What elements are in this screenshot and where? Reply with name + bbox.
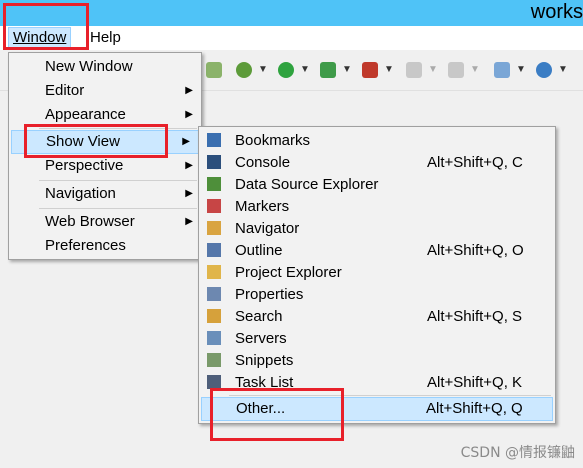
- chevron-down-icon[interactable]: ▼: [558, 64, 568, 75]
- view-item-project-explorer[interactable]: Project Explorer: [199, 262, 555, 284]
- console-icon: [207, 155, 221, 169]
- watermark: CSDN @情报镰鼬: [460, 445, 575, 461]
- chevron-down-icon[interactable]: ▼: [300, 64, 310, 75]
- settings-icon[interactable]: [536, 62, 552, 78]
- chevron-right-icon: ▶: [185, 188, 193, 199]
- chevron-down-icon[interactable]: ▼: [258, 64, 268, 75]
- view-item-servers[interactable]: Servers: [199, 328, 555, 350]
- menu-item-navigation[interactable]: Navigation ▶: [9, 183, 201, 205]
- search-icon: [207, 309, 221, 323]
- highlight-window-menu: [3, 3, 89, 50]
- view-item-snippets[interactable]: Snippets: [199, 350, 555, 372]
- chevron-down-icon[interactable]: ▼: [470, 64, 480, 75]
- view-item-markers[interactable]: Markers: [199, 196, 555, 218]
- view-item-bookmarks[interactable]: Bookmarks: [199, 130, 555, 152]
- chevron-right-icon: ▶: [185, 109, 193, 120]
- menu-item-new-window[interactable]: New Window: [9, 56, 201, 78]
- view-item-data-source-explorer[interactable]: Data Source Explorer: [199, 174, 555, 196]
- window-title: works: [530, 1, 583, 23]
- show-view-submenu: Bookmarks Console Alt+Shift+Q, C Data So…: [198, 126, 556, 424]
- chevron-down-icon[interactable]: ▼: [428, 64, 438, 75]
- highlight-show-view: [24, 124, 168, 158]
- bookmarks-icon: [207, 133, 221, 147]
- servers-icon: [207, 331, 221, 345]
- new-server-icon[interactable]: [494, 62, 510, 78]
- chevron-right-icon: ▶: [185, 160, 193, 171]
- debug-icon[interactable]: [236, 62, 252, 78]
- chevron-right-icon: ▶: [185, 216, 193, 227]
- highlight-other: [210, 388, 344, 441]
- external-tools-icon[interactable]: [362, 62, 378, 78]
- menu-item-web-browser[interactable]: Web Browser ▶: [9, 211, 201, 233]
- coverage-icon[interactable]: [320, 62, 336, 78]
- view-item-properties[interactable]: Properties: [199, 284, 555, 306]
- chevron-down-icon[interactable]: ▼: [342, 64, 352, 75]
- view-item-search[interactable]: Search Alt+Shift+Q, S: [199, 306, 555, 328]
- project-explorer-icon: [207, 265, 221, 279]
- stop-icon[interactable]: [406, 62, 422, 78]
- task-list-icon: [207, 375, 221, 389]
- server-icon[interactable]: [448, 62, 464, 78]
- chevron-right-icon: ▶: [185, 85, 193, 96]
- menu-help[interactable]: Help: [86, 28, 125, 48]
- menu-item-perspective[interactable]: Perspective ▶: [9, 155, 201, 177]
- chevron-down-icon[interactable]: ▼: [516, 64, 526, 75]
- run-external-icon[interactable]: [206, 62, 222, 78]
- data-source-icon: [207, 177, 221, 191]
- view-item-console[interactable]: Console Alt+Shift+Q, C: [199, 152, 555, 174]
- view-item-navigator[interactable]: Navigator: [199, 218, 555, 240]
- chevron-down-icon[interactable]: ▼: [384, 64, 394, 75]
- properties-icon: [207, 287, 221, 301]
- menu-item-preferences[interactable]: Preferences: [9, 235, 201, 257]
- navigator-icon: [207, 221, 221, 235]
- menu-separator: [39, 208, 197, 209]
- menu-item-editor[interactable]: Editor ▶: [9, 80, 201, 102]
- run-icon[interactable]: [278, 62, 294, 78]
- view-item-outline[interactable]: Outline Alt+Shift+Q, O: [199, 240, 555, 262]
- outline-icon: [207, 243, 221, 257]
- chevron-right-icon: ▶: [182, 136, 190, 147]
- menu-item-appearance[interactable]: Appearance ▶: [9, 104, 201, 126]
- menu-separator: [39, 180, 197, 181]
- snippets-icon: [207, 353, 221, 367]
- markers-icon: [207, 199, 221, 213]
